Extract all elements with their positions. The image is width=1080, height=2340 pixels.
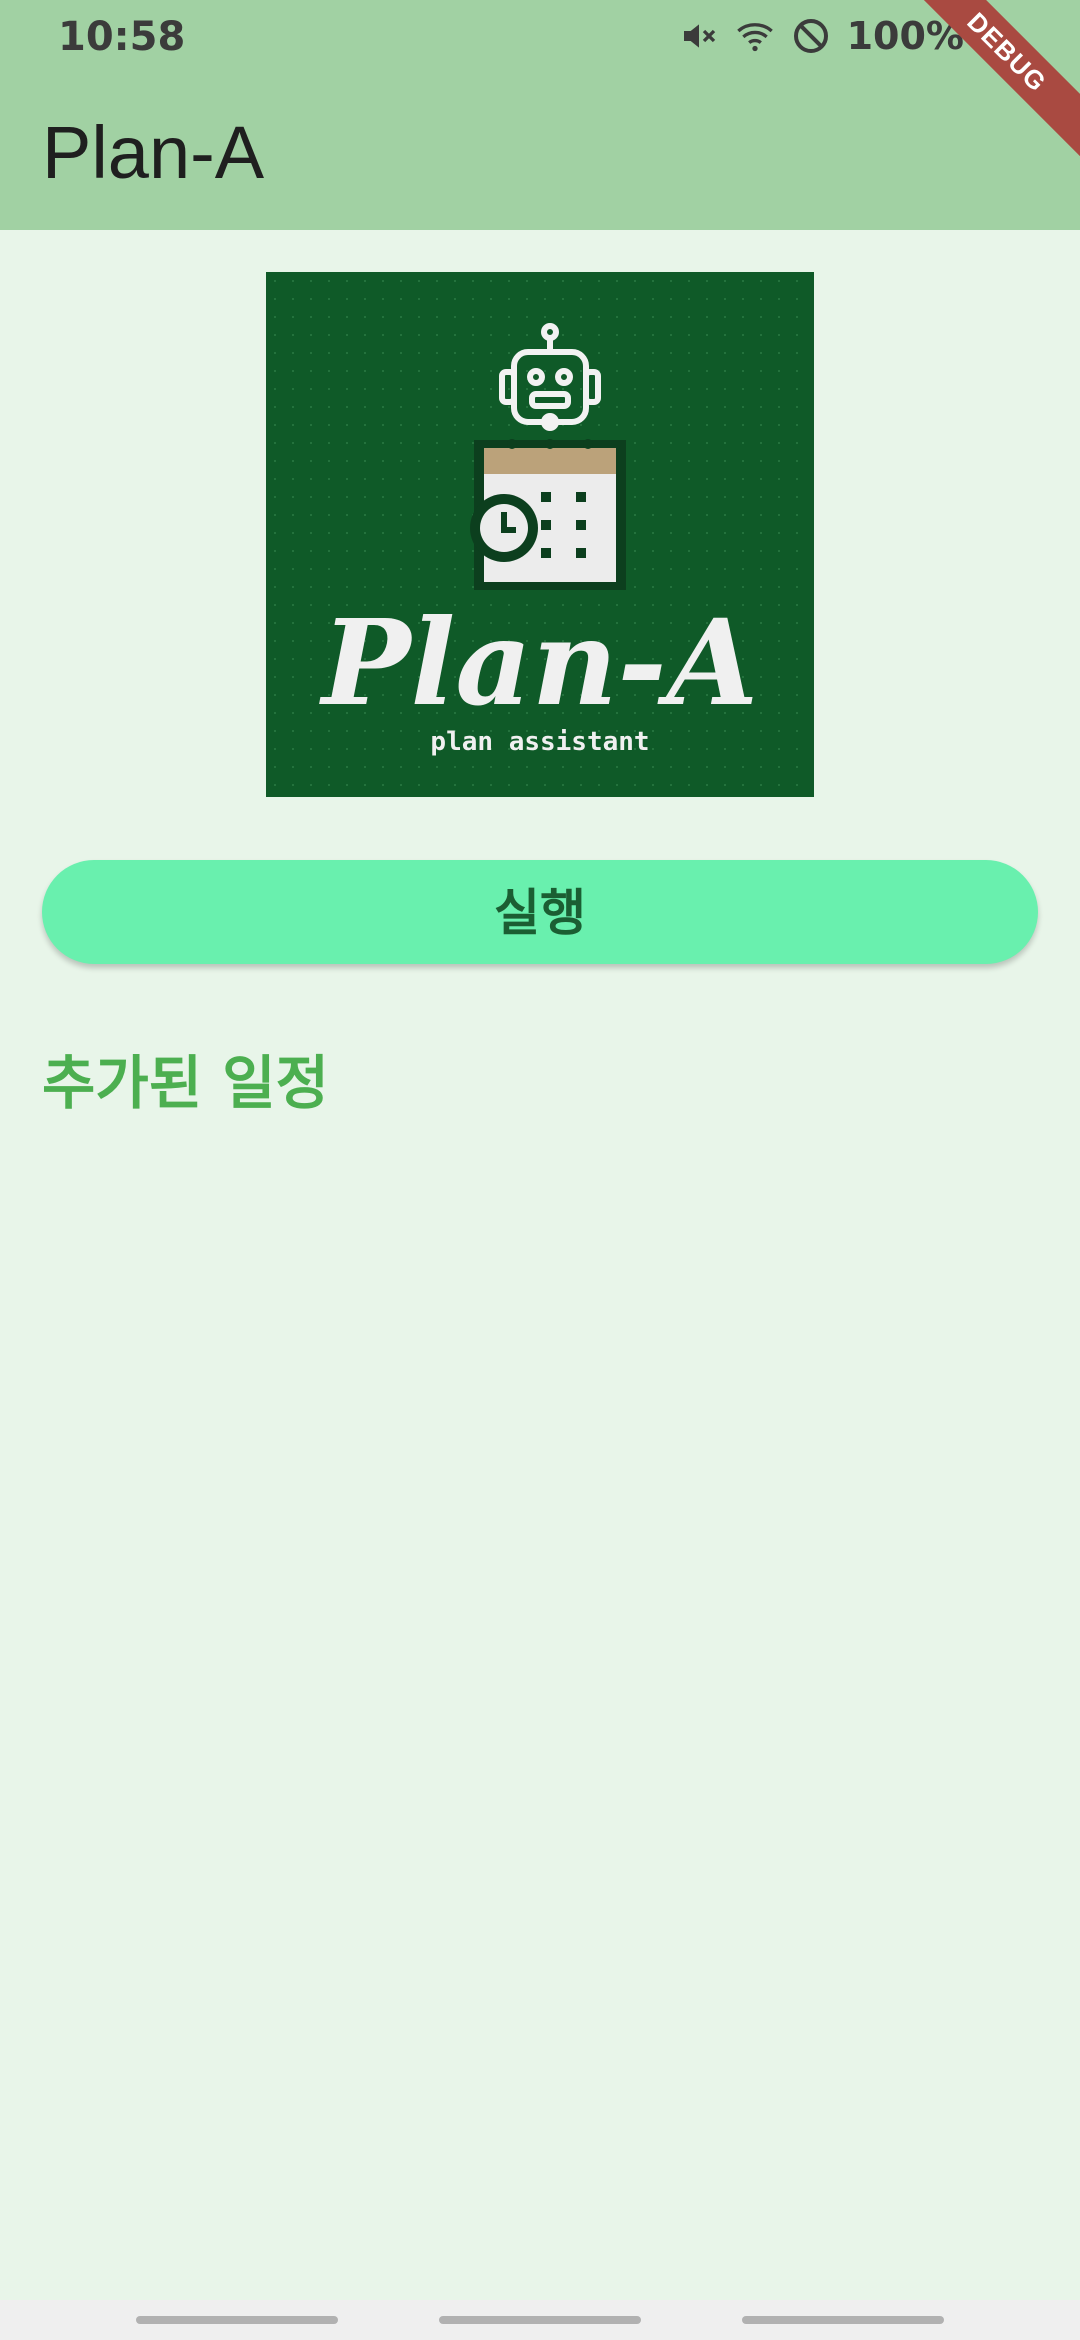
app-bar: Plan-A	[0, 84, 1080, 230]
app-title: Plan-A	[42, 111, 265, 194]
run-button[interactable]: 실행	[42, 860, 1038, 964]
wifi-icon	[736, 23, 773, 52]
added-schedules-title: 추가된 일정	[42, 1049, 329, 1117]
calendar-icon	[470, 439, 626, 590]
nav-handle-center[interactable]	[439, 2316, 641, 2324]
mute-icon	[683, 24, 715, 48]
plan-a-logo: Plan-A plan assistant	[266, 272, 814, 797]
status-time: 10:58	[58, 14, 186, 60]
svg-text:Plan-A: Plan-A	[319, 593, 758, 732]
status-bar: 10:58 100%	[0, 0, 1080, 84]
nav-handle-right[interactable]	[742, 2316, 944, 2324]
system-nav-bar	[0, 2300, 1080, 2340]
do-not-disturb-icon	[793, 19, 828, 53]
svg-text:plan assistant: plan assistant	[430, 727, 649, 757]
nav-handle-left[interactable]	[136, 2316, 338, 2324]
